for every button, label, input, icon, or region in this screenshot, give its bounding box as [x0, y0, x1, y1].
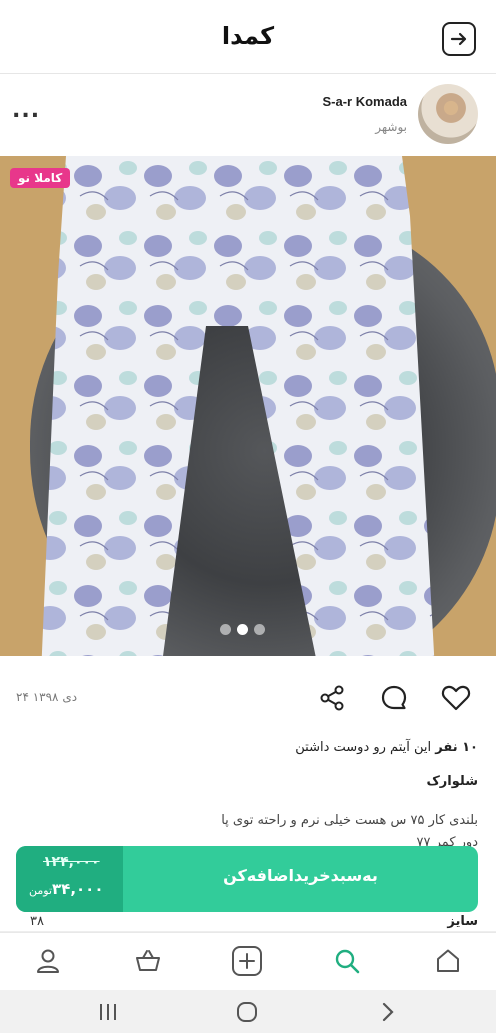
likes-count: ۱۰ نفر	[435, 740, 478, 755]
old-price: ۱۲۴,۰۰۰	[43, 854, 100, 870]
pager-dot[interactable]	[254, 624, 265, 635]
seller-name[interactable]: S-a-r Komada	[322, 94, 407, 109]
share-button[interactable]	[316, 682, 348, 714]
system-back-button[interactable]	[374, 1000, 400, 1024]
size-value: ۳۸	[30, 914, 44, 929]
tab-home[interactable]	[432, 945, 464, 977]
chat-bubble-icon	[381, 685, 407, 710]
recents-icon	[100, 1004, 116, 1020]
back-chevron-icon	[382, 1002, 394, 1022]
more-options-button[interactable]: ...	[12, 98, 40, 123]
back-button[interactable]	[442, 22, 476, 56]
product-pants-image	[41, 156, 435, 656]
price-box: ۱۲۴,۰۰۰ ۳۴,۰۰۰تومن	[16, 846, 123, 912]
tab-add[interactable]	[231, 945, 263, 977]
app-title: کمدا	[221, 22, 275, 50]
product-image[interactable]: کاملا نو	[0, 156, 496, 656]
post-date: ۲۴ دی ۱۳۹۸	[16, 690, 78, 704]
likes-label: این آیتم رو دوست داشتن	[295, 740, 432, 755]
condition-badge: کاملا نو	[10, 168, 71, 188]
basket-icon	[136, 950, 160, 971]
add-to-cart-button[interactable]: ۱۲۴,۰۰۰ ۳۴,۰۰۰تومن به‌سبدخرید‌اضافه‌کن	[16, 846, 478, 912]
new-price: ۳۴,۰۰۰تومن	[26, 880, 104, 898]
profile-icon	[37, 949, 59, 973]
seller-avatar[interactable]	[418, 84, 478, 144]
comment-button[interactable]	[378, 682, 410, 714]
size-label: سایز	[447, 914, 478, 929]
action-row: ۲۴ دی ۱۳۹۸	[0, 656, 496, 742]
bottom-tab-bar	[0, 932, 496, 990]
tab-profile[interactable]	[32, 945, 64, 977]
image-pager[interactable]	[220, 624, 265, 635]
add-to-cart-label: به‌سبدخرید‌اضافه‌کن	[223, 866, 378, 885]
home-icon	[437, 949, 459, 972]
product-type: شلوارک	[426, 774, 479, 789]
tab-basket[interactable]	[132, 945, 164, 977]
size-row: سایز ۳۸	[0, 912, 496, 932]
search-icon	[335, 949, 360, 974]
system-nav-bar	[0, 990, 496, 1033]
new-price-value: ۳۴,۰۰۰	[52, 880, 104, 898]
pager-dot-active[interactable]	[237, 624, 248, 635]
add-icon	[232, 946, 262, 976]
app-bar: کمدا	[0, 0, 496, 74]
arrow-right-box-icon	[450, 32, 467, 46]
recents-button[interactable]	[95, 1000, 121, 1024]
pager-dot[interactable]	[220, 624, 231, 635]
description-line: بلندی کار ۷۵ س هست خیلی نرم و راحته توی …	[221, 813, 478, 828]
tab-search[interactable]	[331, 945, 363, 977]
currency-label: تومن	[29, 884, 53, 897]
system-home-button[interactable]	[234, 1000, 260, 1024]
like-button[interactable]	[440, 682, 472, 714]
home-circle-icon	[237, 1002, 257, 1022]
heart-icon	[441, 685, 471, 711]
likes-text[interactable]: ۱۰ نفر این آیتم رو دوست داشتن	[295, 740, 478, 755]
share-icon	[320, 685, 344, 711]
seller-city: بوشهر	[375, 120, 407, 134]
seller-row[interactable]: ... S-a-r Komada بوشهر	[0, 74, 496, 156]
